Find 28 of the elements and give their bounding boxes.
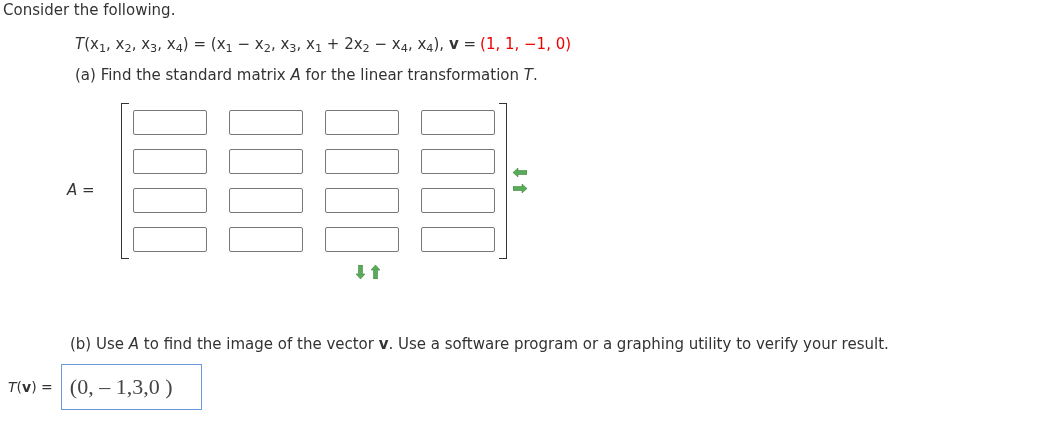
matrix-entry-field[interactable] xyxy=(133,148,207,174)
matrix-label: A = xyxy=(67,181,95,200)
arrow-down-icon[interactable] xyxy=(356,264,365,279)
question-text: (b) Use A to find the image of the vector v. Use a software program or a graphing utility to verify your result. xyxy=(70,334,889,353)
matrix-entry-field[interactable] xyxy=(229,187,303,213)
question-text: (a) Find the standard matrix A for the linear transformation T. xyxy=(75,66,538,84)
matrix-entry-field[interactable] xyxy=(325,148,399,174)
answer-label: T(v) = xyxy=(8,377,53,397)
matrix-entry-field[interactable] xyxy=(421,187,495,213)
matrix-entry-field[interactable] xyxy=(133,109,207,135)
answer-field[interactable]: (0, – 1,3,0 ) xyxy=(60,364,202,410)
matrix-entry-field[interactable] xyxy=(229,109,303,135)
matrix-entry-field[interactable] xyxy=(325,109,399,135)
matrix-entry-field[interactable] xyxy=(133,187,207,213)
matrix-entry-field[interactable] xyxy=(229,148,303,174)
arrow-right-icon[interactable] xyxy=(513,184,527,193)
matrix-entry-field[interactable] xyxy=(421,148,495,174)
vector-value: (1, 1, −1, 0) xyxy=(480,34,572,55)
matrix-entry-field[interactable] xyxy=(421,109,495,135)
matrix-entry-field[interactable] xyxy=(133,226,207,252)
arrow-up-icon[interactable] xyxy=(371,264,380,279)
matrix-entry-field[interactable] xyxy=(421,226,495,252)
matrix-entry-field[interactable] xyxy=(229,226,303,252)
matrix-entry-field[interactable] xyxy=(325,187,399,213)
intro-text: Consider the following. xyxy=(3,0,177,20)
arrow-left-icon[interactable] xyxy=(513,168,527,177)
transformation-equation: T(x$_{1}$, x$_{2}$, x$_{3}$, x$_{4}$) = (x$_{1}$ − x$_{2}$, x$_{3}$, x$_{1}$ + 2x$_{2}$ − x$_{4}$, x$_{4}$), v = xyxy=(75,34,477,55)
matrix-entry-field[interactable] xyxy=(325,226,399,252)
